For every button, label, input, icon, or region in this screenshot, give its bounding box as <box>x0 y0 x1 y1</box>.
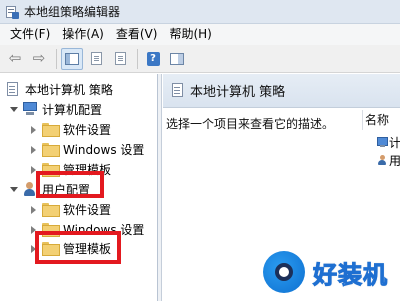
export-list-icon <box>114 52 126 65</box>
details-header: 本地计算机 策略 <box>163 74 400 108</box>
tree-item-label: 软件设置 <box>63 202 112 217</box>
forward-arrow-icon[interactable]: ⇨ <box>28 48 50 70</box>
list-item-user[interactable]: 用 <box>377 151 400 169</box>
collapsed-arrow-icon[interactable] <box>29 125 38 134</box>
pane-splitter[interactable] <box>158 74 162 301</box>
policy-icon <box>6 81 20 97</box>
watermark-text: 好装机 <box>313 260 388 289</box>
list-item-computer[interactable]: 计 <box>377 133 400 151</box>
watermark-logo-icon <box>263 251 305 293</box>
computer-icon <box>22 102 38 116</box>
show-action-pane-button[interactable] <box>166 48 188 70</box>
console-tree: 本地计算机 策略 计算机配置 软件设置 Windows 设置 管理模板 用户配置 <box>0 74 158 301</box>
tree-item-computer-config[interactable]: 计算机配置 <box>9 99 102 119</box>
window-title: 本地组策略编辑器 <box>24 5 121 19</box>
show-hide-console-tree-button[interactable] <box>61 47 83 70</box>
help-icon: ? <box>146 51 160 66</box>
tree-item-label: 软件设置 <box>63 122 112 137</box>
expanded-arrow-icon[interactable] <box>9 105 18 114</box>
tree-item-user-software[interactable]: 软件设置 <box>29 199 111 219</box>
menu-bar: 文件(F) 操作(A) 查看(V) 帮助(H) <box>0 24 400 45</box>
menu-view[interactable]: 查看(V) <box>110 24 164 45</box>
policy-editor-app-icon <box>5 5 19 19</box>
details-title: 本地计算机 策略 <box>190 85 286 100</box>
tree-item-label: 本地计算机 策略 <box>25 82 113 97</box>
list-item-label: 用 <box>389 153 400 168</box>
tree-item-computer-software[interactable]: 软件设置 <box>29 119 111 139</box>
menu-help[interactable]: 帮助(H) <box>163 24 217 45</box>
back-arrow-icon[interactable]: ⇦ <box>4 48 26 70</box>
properties-button[interactable] <box>85 48 107 70</box>
tree-item-label: Windows 设置 <box>63 142 145 157</box>
expanded-arrow-icon[interactable] <box>9 185 18 194</box>
action-pane-icon <box>170 52 184 65</box>
collapsed-arrow-icon[interactable] <box>29 205 38 214</box>
menu-action[interactable]: 操作(A) <box>56 24 110 45</box>
export-list-button[interactable] <box>109 48 131 70</box>
toolbar: ⇦ ⇨ ? <box>0 45 400 73</box>
highlight-box-admin-templates <box>35 231 121 264</box>
collapsed-arrow-icon[interactable] <box>29 145 38 154</box>
tree-item-root[interactable]: 本地计算机 策略 <box>6 79 113 99</box>
folder-icon <box>42 203 60 217</box>
folder-icon <box>42 143 60 157</box>
menu-file[interactable]: 文件(F) <box>4 24 56 45</box>
user-icon <box>377 154 387 166</box>
help-button[interactable]: ? <box>142 48 164 70</box>
details-description: 选择一个项目来查看它的描述。 <box>166 117 335 131</box>
title-bar: 本地组策略编辑器 <box>0 0 400 24</box>
toolbar-separator <box>56 48 57 69</box>
highlight-box-user-config <box>36 171 104 198</box>
toolbar-separator <box>137 48 138 69</box>
list-item-label: 计 <box>389 135 400 150</box>
properties-icon <box>90 52 102 65</box>
console-tree-icon <box>65 52 79 65</box>
watermark: 好装机 <box>263 249 388 295</box>
folder-icon <box>42 123 60 137</box>
policy-icon <box>171 83 185 98</box>
computer-icon <box>377 136 388 148</box>
tree-item-computer-windows[interactable]: Windows 设置 <box>29 139 144 159</box>
column-header-name[interactable]: 名称 <box>362 110 400 130</box>
tree-item-label: 计算机配置 <box>42 102 103 117</box>
